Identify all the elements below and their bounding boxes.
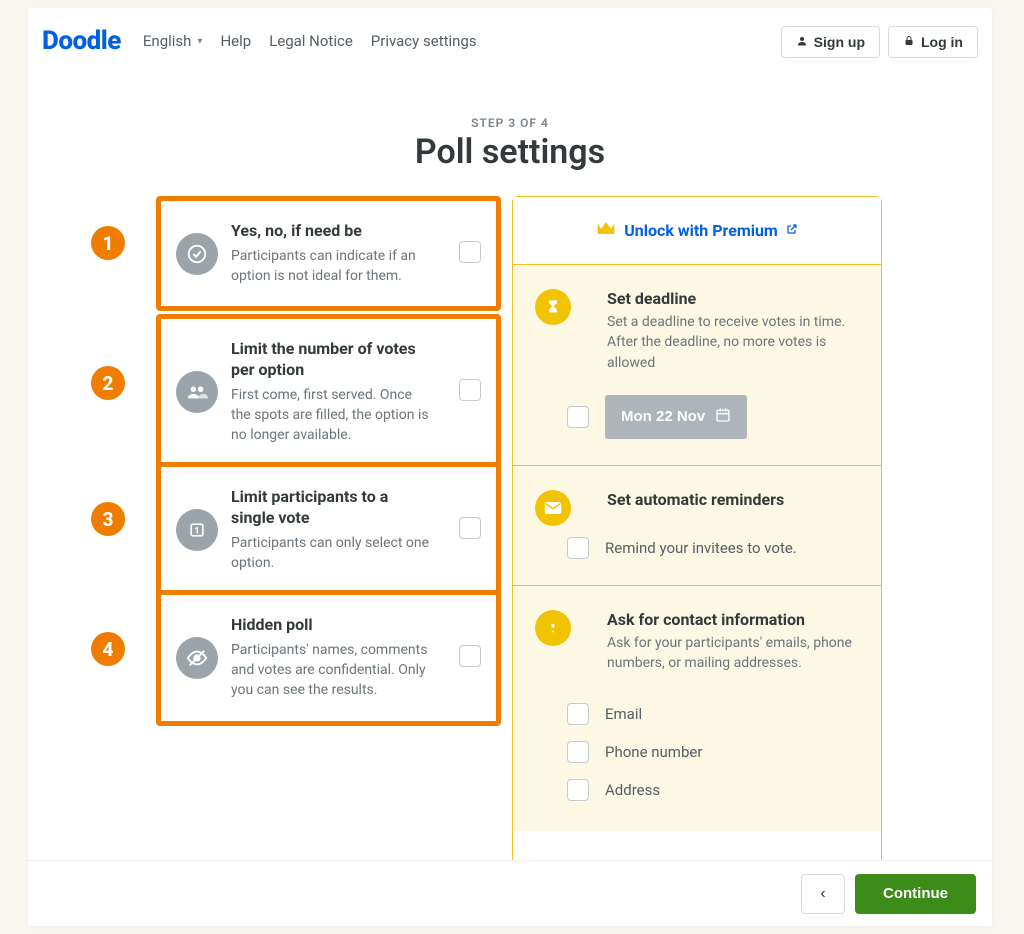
annotation-badge-3: 3 [91,502,125,536]
external-link-icon [786,223,798,238]
svg-text:1: 1 [194,526,199,536]
nav-privacy-settings[interactable]: Privacy settings [371,32,477,50]
page-title: Poll settings [28,132,992,172]
step-indicator: STEP 3 OF 4 [28,116,992,130]
deadline-checkbox[interactable] [567,406,589,428]
annotation-badge-4: 4 [91,632,125,666]
setting-desc: Participants' names, comments and votes … [231,640,434,701]
deadline-desc: Set a deadline to receive votes in time.… [607,312,859,373]
auth-buttons: Sign up Log in [781,26,978,58]
contact-email-checkbox[interactable] [567,703,589,725]
language-selector[interactable]: English ▾ [143,32,203,50]
question-icon [535,610,571,646]
log-in-button[interactable]: Log in [888,26,978,58]
setting-yes-no-ifneedbe[interactable]: Yes, no, if need be Participants can ind… [156,196,501,311]
annotation-badge-2: 2 [91,366,125,400]
setting-title: Limit the number of votes per option [231,339,434,381]
nav-help[interactable]: Help [220,32,251,50]
footer: ‹ Continue [28,860,992,926]
reminder-checkbox[interactable] [567,537,589,559]
chevron-down-icon: ▾ [197,36,202,47]
contact-address-label: Address [605,781,660,799]
contact-phone-checkbox[interactable] [567,741,589,763]
contact-desc: Ask for your participants' emails, phone… [607,633,859,674]
setting-checkbox[interactable] [459,379,481,405]
premium-deadline-section: Set deadline Set a deadline to receive v… [513,265,881,466]
premium-settings-column: Unlock with Premium Set deadline Set a d… [512,196,882,916]
setting-desc: First come, first served. Once the spots… [231,385,434,446]
setting-desc: Participants can indicate if an option i… [231,246,434,287]
deadline-row: Mon 22 Nov [567,395,859,439]
user-icon [796,35,808,50]
continue-button[interactable]: Continue [855,874,976,914]
reminders-title: Set automatic reminders [607,490,859,509]
reminder-line: Remind your invitees to vote. [605,539,797,557]
contact-email-label: Email [605,705,642,723]
logo[interactable]: Doodle [42,26,121,56]
contact-phone-label: Phone number [605,743,702,761]
check-circle-icon [176,233,218,275]
header: Doodle English ▾ Help Legal Notice Priva… [28,8,992,78]
setting-title: Hidden poll [231,615,434,636]
premium-reminders-section: Set automatic reminders Remind your invi… [513,466,881,586]
contact-option-address: Address [567,779,859,801]
setting-limit-votes-per-option[interactable]: Limit the number of votes per option Fir… [156,314,501,470]
log-in-label: Log in [921,34,963,50]
calendar-icon [715,407,731,427]
setting-checkbox[interactable] [459,645,481,671]
lock-icon [903,35,915,50]
setting-limit-single-vote[interactable]: 1 Limit participants to a single vote Pa… [156,462,501,598]
contact-option-email: Email [567,703,859,725]
premium-banner[interactable]: Unlock with Premium [513,197,881,265]
contact-address-checkbox[interactable] [567,779,589,801]
nav-legal-notice[interactable]: Legal Notice [269,32,353,50]
contact-option-phone: Phone number [567,741,859,763]
sign-up-button[interactable]: Sign up [781,26,880,58]
app-card: Doodle English ▾ Help Legal Notice Priva… [28,8,992,926]
mail-icon [535,490,571,526]
crown-icon [596,220,616,241]
hourglass-icon [535,289,571,325]
hidden-eye-icon [176,637,218,679]
setting-hidden-poll[interactable]: Hidden poll Participants' names, comment… [156,590,501,726]
setting-checkbox[interactable] [459,241,481,267]
language-label: English [143,32,192,50]
premium-contact-section: Ask for contact information Ask for your… [513,586,881,832]
top-nav: English ▾ Help Legal Notice Privacy sett… [143,32,477,50]
single-vote-icon: 1 [176,509,218,551]
setting-desc: Participants can only select one option. [231,533,434,574]
contact-title: Ask for contact information [607,610,859,629]
premium-unlock-label: Unlock with Premium [624,221,778,240]
setting-checkbox[interactable] [459,517,481,543]
sign-up-label: Sign up [814,34,865,50]
people-icon [176,371,218,413]
contact-options: Email Phone number Address [567,703,859,801]
deadline-title: Set deadline [607,289,859,308]
deadline-date-label: Mon 22 Nov [621,408,705,425]
reminder-row: Remind your invitees to vote. [567,537,859,559]
back-button[interactable]: ‹ [801,874,845,914]
deadline-date-button[interactable]: Mon 22 Nov [605,395,747,439]
setting-title: Limit participants to a single vote [231,487,434,529]
annotation-badge-1: 1 [91,226,125,260]
setting-title: Yes, no, if need be [231,221,434,242]
